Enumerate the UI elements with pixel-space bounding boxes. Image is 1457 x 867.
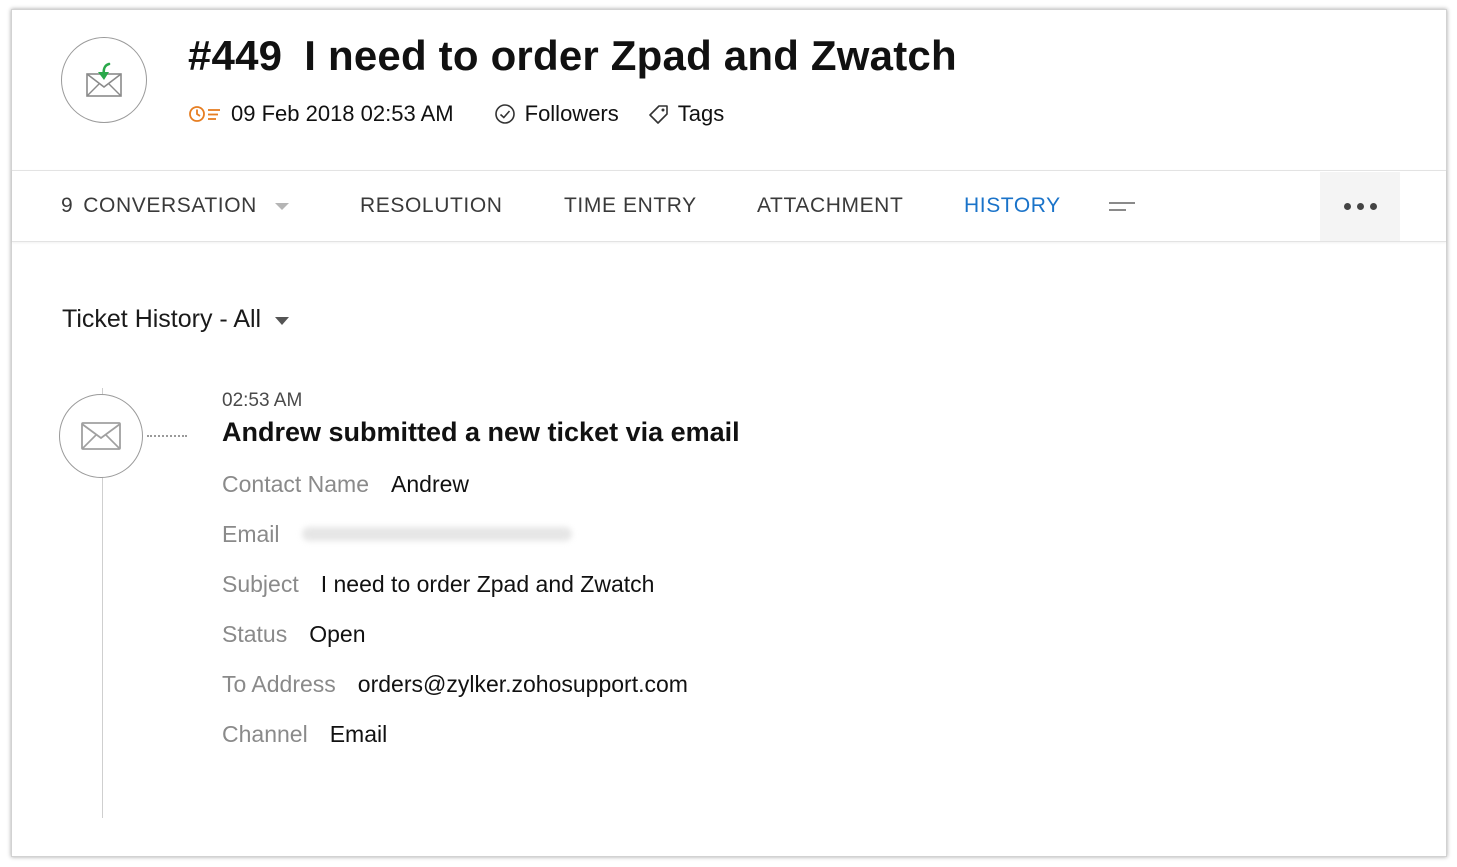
field-label: Contact Name [222,470,370,497]
ticket-number: #449 [188,32,283,79]
field-label: To Address [222,670,336,697]
field-value: I need to order Zpad and Zwatch [320,570,655,597]
field-value: Email [329,720,388,747]
email-received-icon [61,37,147,123]
history-filter-dropdown[interactable]: Ticket History - All [62,305,290,334]
field-email: Email [222,519,572,549]
field-value: Open [309,620,366,647]
field-subject: Subject I need to order Zpad and Zwatch [222,569,654,599]
field-label: Channel [222,720,308,747]
tab-history[interactable]: HISTORY [964,171,1061,241]
field-label: Subject [222,570,299,597]
tab-conversation[interactable]: 9 CONVERSATION [61,171,289,241]
conversation-count: 9 [61,194,74,217]
tab-resolution[interactable]: RESOLUTION [360,171,503,241]
field-to-address: To Address orders@zylker.zohosupport.com [222,669,688,699]
ticket-date: 09 Feb 2018 02:53 AM [188,101,454,127]
tab-time-entry-label: TIME ENTRY [564,194,697,217]
due-date-icon [188,104,222,124]
ticket-date-text: 09 Feb 2018 02:53 AM [231,101,454,126]
tab-history-label: HISTORY [964,194,1061,217]
tags-button[interactable]: Tags [648,101,725,127]
field-channel: Channel Email [222,719,387,749]
tab-time-entry[interactable]: TIME ENTRY [564,171,697,241]
chevron-down-icon[interactable] [274,202,289,210]
history-entry-time: 02:53 AM [222,390,303,411]
timeline-connector [147,435,187,437]
field-status: Status Open [222,619,365,649]
sort-menu-icon[interactable] [1109,199,1137,213]
tab-conversation-label: CONVERSATION [83,194,257,217]
ticket-tab-bar: 9 CONVERSATION RESOLUTION TIME ENTRY ATT… [12,170,1446,242]
field-label: Email [222,520,280,547]
history-entry-title: Andrew submitted a new ticket via email [222,417,740,447]
redacted-email-value [301,527,572,541]
ticket-subject: I need to order Zpad and Zwatch [304,32,957,79]
tag-icon [648,104,669,124]
field-value: Andrew [391,470,469,497]
tab-attachment-label: ATTACHMENT [757,194,904,217]
history-filter-label: Ticket History - All [62,305,262,333]
more-dot [1343,203,1351,210]
field-label: Status [222,620,288,647]
ticket-meta-row: 09 Feb 2018 02:53 AM Followers Tags [188,100,724,128]
envelope-icon [59,394,143,478]
tab-attachment[interactable]: ATTACHMENT [757,171,903,241]
ticket-title: #449 I need to order Zpad and Zwatch [188,32,957,80]
tags-label: Tags [677,101,725,126]
more-dot [1369,203,1377,210]
more-options-button[interactable] [1320,172,1400,241]
check-circle-icon [494,103,516,125]
more-dot [1356,203,1364,210]
followers-label: Followers [524,101,619,126]
tab-resolution-label: RESOLUTION [360,194,503,217]
field-contact-name: Contact Name Andrew [222,469,469,499]
chevron-down-icon [275,317,290,325]
ticket-detail-panel: #449 I need to order Zpad and Zwatch 09 F… [11,9,1447,857]
followers-button[interactable]: Followers [494,101,619,127]
field-value: orders@zylker.zohosupport.com [357,670,688,697]
